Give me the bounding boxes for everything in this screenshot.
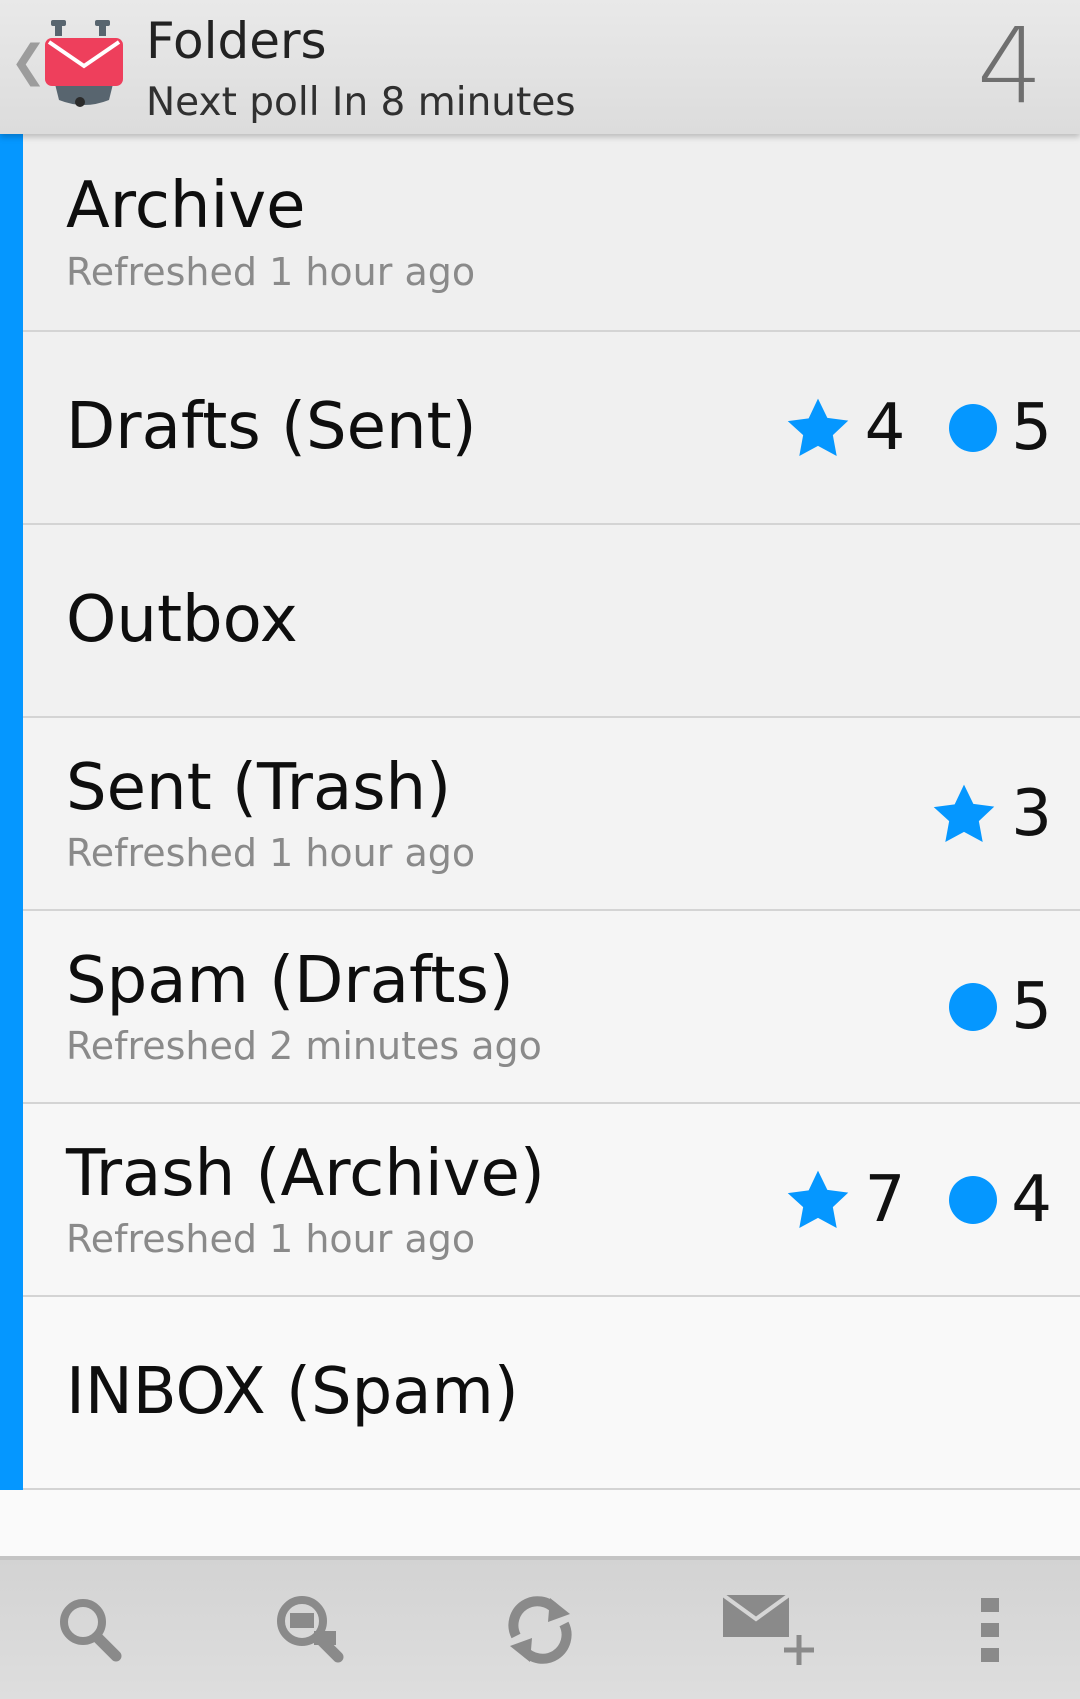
unread-count: 4 [1011, 1162, 1052, 1237]
flagged-count-button[interactable]: 4 [785, 390, 906, 465]
folder-status: Refreshed 1 hour ago [66, 1217, 476, 1262]
folder-row-archive[interactable]: Archive Refreshed 1 hour ago [0, 134, 1080, 332]
next-poll-status: Next poll In 8 minutes [146, 80, 576, 125]
bottom-toolbar [0, 1556, 1080, 1699]
folder-color-stripe [0, 1297, 23, 1490]
unread-count: 5 [1011, 969, 1052, 1044]
folder-color-stripe [0, 134, 23, 332]
folder-name: INBOX (Spam) [66, 1354, 519, 1429]
flagged-count: 3 [1011, 776, 1052, 851]
folder-color-stripe [0, 1104, 23, 1297]
unread-count-button[interactable]: 5 [949, 391, 1052, 465]
chevron-left-icon[interactable]: ❮ [10, 40, 47, 84]
unread-dot-icon [949, 1175, 998, 1224]
folder-row-spam[interactable]: Spam (Drafts) Refreshed 2 minutes ago 5 [0, 911, 1080, 1104]
action-bar: ❮ Folders Next poll In 8 minutes 4 [0, 0, 1080, 134]
page-title: Folders [146, 12, 327, 70]
star-icon [931, 782, 997, 846]
folder-row-inbox[interactable]: INBOX (Spam) [0, 1297, 1080, 1490]
flagged-count-button[interactable]: 3 [931, 777, 1052, 851]
folder-color-stripe [0, 525, 23, 718]
folder-row-drafts[interactable]: Drafts (Sent) 4 5 [0, 332, 1080, 525]
search-icon [60, 1599, 122, 1662]
unread-dot-icon [949, 982, 998, 1031]
folder-row-sent[interactable]: Sent (Trash) Refreshed 1 hour ago 3 [0, 718, 1080, 911]
unread-count-button[interactable]: 5 [949, 970, 1052, 1044]
overflow-menu-icon [981, 1598, 999, 1662]
compose-button[interactable] [710, 1580, 820, 1680]
search-button[interactable] [35, 1580, 145, 1680]
folder-name: Drafts (Sent) [66, 389, 477, 464]
refresh-icon [508, 1596, 572, 1664]
overflow-menu-button[interactable] [935, 1580, 1045, 1680]
refresh-button[interactable] [485, 1580, 595, 1680]
star-icon [785, 396, 851, 460]
unread-total-count: 4 [976, 5, 1043, 127]
flagged-count: 7 [864, 1162, 906, 1237]
folder-color-stripe [0, 332, 23, 525]
folder-list: Archive Refreshed 1 hour ago Drafts (Sen… [0, 134, 1080, 1490]
folder-name: Spam (Drafts) [66, 943, 514, 1018]
search-everywhere-icon [277, 1596, 344, 1663]
unread-count-button[interactable]: 4 [949, 1163, 1052, 1237]
folder-status: Refreshed 2 minutes ago [66, 1024, 542, 1069]
folder-status: Refreshed 1 hour ago [66, 249, 476, 294]
folder-color-stripe [0, 718, 23, 911]
k9-mail-logo-icon[interactable] [43, 18, 125, 113]
unread-count: 5 [1011, 390, 1052, 465]
folder-row-trash[interactable]: Trash (Archive) Refreshed 1 hour ago 7 4 [0, 1104, 1080, 1297]
compose-icon [721, 1593, 814, 1665]
folder-name: Outbox [66, 582, 298, 657]
folder-status: Refreshed 1 hour ago [66, 831, 476, 876]
unread-dot-icon [949, 403, 998, 452]
folder-name: Trash (Archive) [66, 1136, 545, 1211]
flagged-count: 4 [864, 390, 906, 465]
folder-color-stripe [0, 911, 23, 1104]
star-icon [785, 1168, 851, 1232]
folder-name: Sent (Trash) [66, 750, 452, 825]
search-everywhere-button[interactable] [256, 1580, 366, 1680]
folder-row-outbox[interactable]: Outbox [0, 525, 1080, 718]
flagged-count-button[interactable]: 7 [785, 1162, 906, 1237]
folder-name: Archive [66, 169, 306, 244]
